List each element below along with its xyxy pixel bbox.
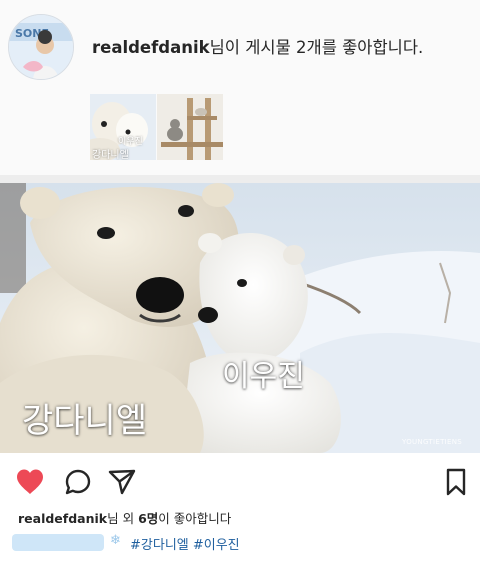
comment-bubble-icon[interactable] xyxy=(62,466,94,498)
image-caption-small: 이우진 xyxy=(222,359,305,394)
image-watermark: YOUNGTIETIENS xyxy=(402,438,463,446)
snowflake-icon: ❄ xyxy=(110,533,121,548)
likes-summary[interactable]: realdefdanik님 외 6명이 좋아합니다 xyxy=(18,508,231,527)
heart-filled-icon[interactable] xyxy=(14,466,46,498)
avatar-image: SONE xyxy=(9,15,73,79)
thumbnail-caption-big: 강다니엘 xyxy=(92,150,129,160)
bookmark-icon[interactable] xyxy=(440,466,472,498)
likes-count[interactable]: 6명 xyxy=(138,511,158,526)
post-image[interactable]: 이우진 강다니엘 YOUNGTIETIENS xyxy=(0,183,480,453)
avatar[interactable]: SONE xyxy=(8,14,74,80)
redacted-username xyxy=(12,534,104,551)
likes-username[interactable]: realdefdanik xyxy=(18,511,107,526)
post-action-bar xyxy=(0,458,480,504)
likes-text-end: 이 좋아합니다 xyxy=(158,511,232,526)
liked-post-thumbnail-2[interactable] xyxy=(157,94,223,160)
notification-username[interactable]: realdefdanik xyxy=(92,38,210,57)
hashtags[interactable]: #강다니엘 #이우진 xyxy=(130,534,240,553)
likes-text-mid: 님 외 xyxy=(107,511,139,526)
section-divider xyxy=(0,175,480,183)
paper-plane-icon[interactable] xyxy=(106,466,138,498)
notification-text: realdefdanik님이 게시물 2개를 좋아합니다. xyxy=(92,34,423,58)
notification-message: 님이 게시물 2개를 좋아합니다. xyxy=(209,38,424,57)
liked-post-thumbnail-1[interactable]: 이우진 강다니엘 xyxy=(90,94,156,160)
post-caption: ❄ #강다니엘 #이우진 xyxy=(12,532,472,553)
activity-notification[interactable]: SONE realdefdanik님이 게시물 2개를 좋아합니다. 이우진 강… xyxy=(0,0,480,175)
thumbnail-image-cat xyxy=(157,94,223,160)
image-caption-big: 강다니엘 xyxy=(22,401,148,441)
